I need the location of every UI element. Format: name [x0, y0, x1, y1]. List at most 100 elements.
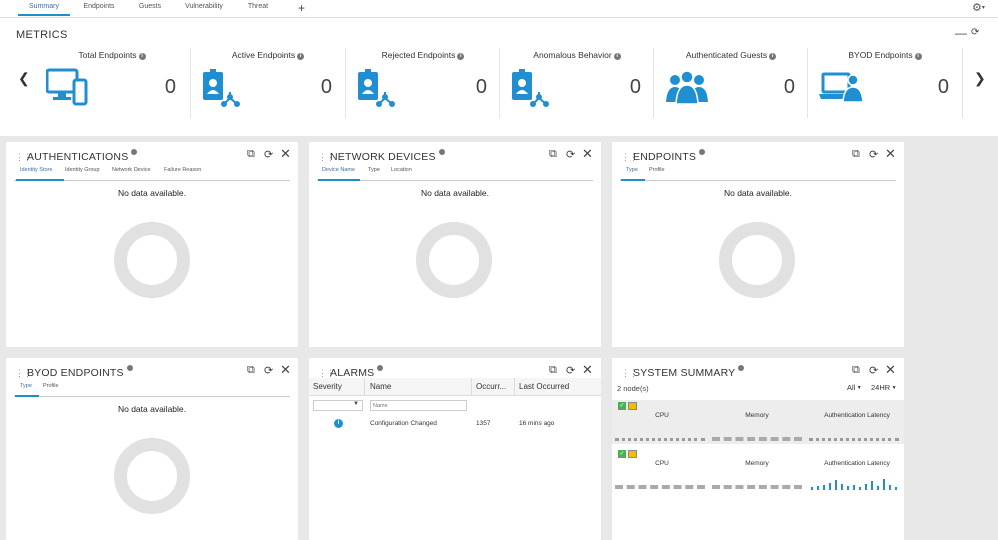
dashlet-title: BYOD ENDPOINTS: [27, 367, 124, 379]
metric-value: 0: [629, 76, 641, 98]
subtab-failure-reason[interactable]: Failure Reason: [164, 167, 201, 173]
info-icon[interactable]: [377, 365, 384, 371]
gear-icon[interactable]: ⚙▾: [972, 1, 985, 14]
metric-active-endpoints[interactable]: Active Endpoints i 0: [192, 46, 344, 114]
subtab-location[interactable]: Location: [391, 167, 412, 173]
dashlet-system-summary: ⋮⋮ SYSTEM SUMMARY ⧉ ⟳ ✕ 2 node(s) All ▼ …: [612, 358, 904, 540]
chevron-left-icon[interactable]: ❮: [18, 70, 30, 87]
name-filter-input[interactable]: [370, 400, 467, 411]
info-icon[interactable]: i: [769, 53, 777, 60]
chevron-right-icon[interactable]: ❯: [974, 70, 986, 87]
maximize-icon[interactable]: ⧉: [549, 148, 557, 161]
plus-icon[interactable]: +: [298, 1, 305, 15]
subtab-profile[interactable]: Profile: [43, 383, 59, 389]
severity-filter-select[interactable]: ▼: [313, 400, 363, 411]
time-range-select[interactable]: 24HR ▼: [871, 383, 897, 392]
info-icon[interactable]: [131, 149, 138, 155]
close-icon[interactable]: ✕: [280, 362, 291, 378]
subtab-identity-group[interactable]: Identity Group: [65, 167, 100, 173]
column-severity[interactable]: Severity: [313, 382, 342, 391]
metric-label: Active Endpoints: [231, 50, 296, 60]
column-last-occurred[interactable]: Last Occurred: [519, 382, 569, 391]
node-summary-row[interactable]: ✓ CPU Memory Authentication Latency: [612, 400, 904, 444]
empty-donut-chart: [719, 222, 795, 298]
node-roles-icon: [628, 402, 637, 410]
subtab-device-name[interactable]: Device Name: [322, 167, 355, 173]
time-range-value: 24HR: [871, 383, 891, 392]
alarm-name: Configuration Changed: [370, 420, 437, 427]
column-name[interactable]: Name: [370, 382, 391, 391]
maximize-icon[interactable]: ⧉: [852, 148, 860, 161]
metric-authenticated-guests[interactable]: Authenticated Guests i 0: [655, 46, 807, 114]
maximize-icon[interactable]: ⧉: [247, 148, 255, 161]
column-occurrences[interactable]: Occurr...: [476, 382, 506, 391]
minimize-icon[interactable]: —: [955, 26, 967, 40]
tab-vulnerability[interactable]: Vulnerability: [180, 3, 228, 10]
info-icon[interactable]: i: [914, 53, 922, 60]
chevron-down-icon: ▼: [855, 385, 862, 391]
badge-network-icon: [512, 69, 549, 107]
metric-byod-endpoints[interactable]: BYOD Endpoints i 0: [809, 46, 961, 114]
auth-latency-label: Authentication Latency: [824, 412, 890, 419]
subtab-bar: Device Name Type Location: [317, 167, 593, 181]
tab-summary[interactable]: Summary: [18, 3, 70, 10]
refresh-icon[interactable]: ⟳: [869, 148, 878, 161]
refresh-icon[interactable]: ⟳: [566, 364, 575, 377]
metric-rejected-endpoints[interactable]: Rejected Endpoints i 0: [347, 46, 499, 114]
node-filter-select[interactable]: All ▼: [847, 383, 862, 392]
maximize-icon[interactable]: ⧉: [852, 364, 860, 377]
subtab-profile[interactable]: Profile: [649, 167, 665, 173]
info-icon[interactable]: [126, 365, 133, 371]
refresh-icon[interactable]: ⟳: [566, 148, 575, 161]
tab-guests[interactable]: Guests: [134, 3, 166, 10]
table-row[interactable]: i Configuration Changed 1357 16 mins ago: [309, 415, 601, 433]
info-icon[interactable]: i: [138, 53, 146, 60]
refresh-icon[interactable]: ⟳: [971, 27, 979, 38]
subtab-network-device[interactable]: Network Device: [112, 167, 151, 173]
close-icon[interactable]: ✕: [582, 362, 593, 378]
close-icon[interactable]: ✕: [885, 146, 896, 162]
alarm-occurrences: 1357: [476, 420, 491, 427]
info-icon[interactable]: i: [613, 53, 621, 60]
tab-endpoints[interactable]: Endpoints: [78, 3, 120, 10]
info-icon[interactable]: [699, 149, 706, 155]
info-icon[interactable]: i: [457, 53, 465, 60]
refresh-icon[interactable]: ⟳: [264, 364, 273, 377]
refresh-icon[interactable]: ⟳: [869, 364, 878, 377]
maximize-icon[interactable]: ⧉: [549, 364, 557, 377]
tab-threat[interactable]: Threat: [243, 3, 273, 10]
memory-sparkline: [712, 436, 802, 441]
node-summary-row[interactable]: ✓ CPU Memory Authentication Latency: [612, 448, 904, 492]
info-icon[interactable]: i: [297, 53, 305, 60]
column-divider: [514, 378, 515, 396]
dashlet-network-devices: ⋮⋮ NETWORK DEVICES ⧉ ⟳ ✕ Device Name Typ…: [309, 142, 601, 347]
dashlet-authentications: ⋮⋮ AUTHENTICATIONS ⧉ ⟳ ✕ Identity Store …: [6, 142, 298, 347]
metric-anomalous-behavior[interactable]: Anomalous Behavior i 0: [501, 46, 653, 114]
maximize-icon[interactable]: ⧉: [247, 364, 255, 377]
metric-total-endpoints[interactable]: Total Endpoints i 0: [36, 46, 188, 114]
no-data-message: No data available.: [723, 188, 793, 198]
node-count: 2 node(s): [617, 384, 649, 393]
alarm-last-occurred: 16 mins ago: [519, 420, 555, 427]
dashlet-title: AUTHENTICATIONS: [27, 151, 129, 163]
subtab-type[interactable]: Type: [626, 167, 638, 173]
divider: [345, 48, 346, 118]
info-icon[interactable]: [438, 149, 445, 155]
cpu-sparkline: [615, 436, 705, 441]
badge-network-icon: [203, 69, 240, 107]
subtab-type[interactable]: Type: [368, 167, 380, 173]
metric-value: 0: [783, 76, 795, 98]
no-data-message: No data available.: [117, 188, 187, 198]
divider: [499, 48, 500, 118]
close-icon[interactable]: ✕: [280, 146, 291, 162]
info-icon[interactable]: [738, 365, 745, 371]
subtab-type[interactable]: Type: [20, 383, 32, 389]
dashlet-alarms: ⋮⋮ ALARMS ⧉ ⟳ ✕ Severity Name Occurr... …: [309, 358, 601, 540]
refresh-icon[interactable]: ⟳: [264, 148, 273, 161]
subtab-identity-store[interactable]: Identity Store: [20, 167, 52, 173]
active-subtab-indicator: [16, 179, 64, 181]
cpu-label: CPU: [655, 412, 669, 419]
chevron-down-icon: ▼: [353, 401, 359, 407]
close-icon[interactable]: ✕: [582, 146, 593, 162]
close-icon[interactable]: ✕: [885, 362, 896, 378]
